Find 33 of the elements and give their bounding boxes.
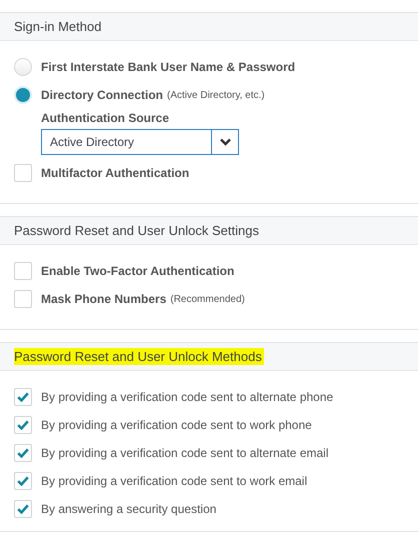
dropdown-field[interactable]: Active Directory — [41, 129, 239, 155]
option-label: By answering a security question — [41, 502, 216, 516]
option-label: By providing a verification code sent to alternate phone — [41, 390, 334, 404]
option-label: Directory Connection — [41, 88, 164, 102]
checkmark-icon — [17, 448, 29, 458]
checkbox[interactable] — [14, 444, 32, 462]
checkbox[interactable] — [14, 262, 32, 280]
checkbox[interactable] — [14, 500, 32, 518]
section-title: Sign-in Method — [14, 19, 102, 34]
checkmark-icon — [17, 392, 29, 402]
checkbox[interactable] — [14, 388, 32, 406]
option-label: By providing a verification code sent to work email — [41, 474, 308, 488]
section-title: Password Reset and User Unlock Methods — [14, 348, 264, 365]
field-label: Authentication Source — [41, 111, 170, 125]
option-note: (Recommended) — [170, 294, 245, 304]
checkbox[interactable] — [14, 416, 32, 434]
checkbox[interactable] — [14, 472, 32, 490]
option-label: By providing a verification code sent to work phone — [41, 418, 312, 432]
chevron-down-icon — [220, 138, 230, 146]
option-note: (Active Directory, etc.) — [167, 90, 265, 100]
radio-button[interactable] — [14, 86, 32, 104]
option-label: Mask Phone Numbers — [41, 292, 166, 306]
option-label: By providing a verification code sent to alternate email — [41, 446, 328, 460]
option-label: Enable Two-Factor Authentication — [41, 264, 234, 278]
checkbox[interactable] — [14, 290, 32, 308]
radio-button[interactable] — [14, 58, 32, 76]
checkmark-icon — [17, 504, 29, 514]
section-title: Password Reset and User Unlock Settings — [14, 223, 259, 238]
checkbox[interactable] — [14, 164, 32, 182]
checkmark-icon — [17, 420, 29, 430]
option-label: Multifactor Authentication — [41, 166, 190, 180]
option-label: First Interstate Bank User Name & Password — [41, 60, 296, 74]
checkmark-icon — [17, 476, 29, 486]
